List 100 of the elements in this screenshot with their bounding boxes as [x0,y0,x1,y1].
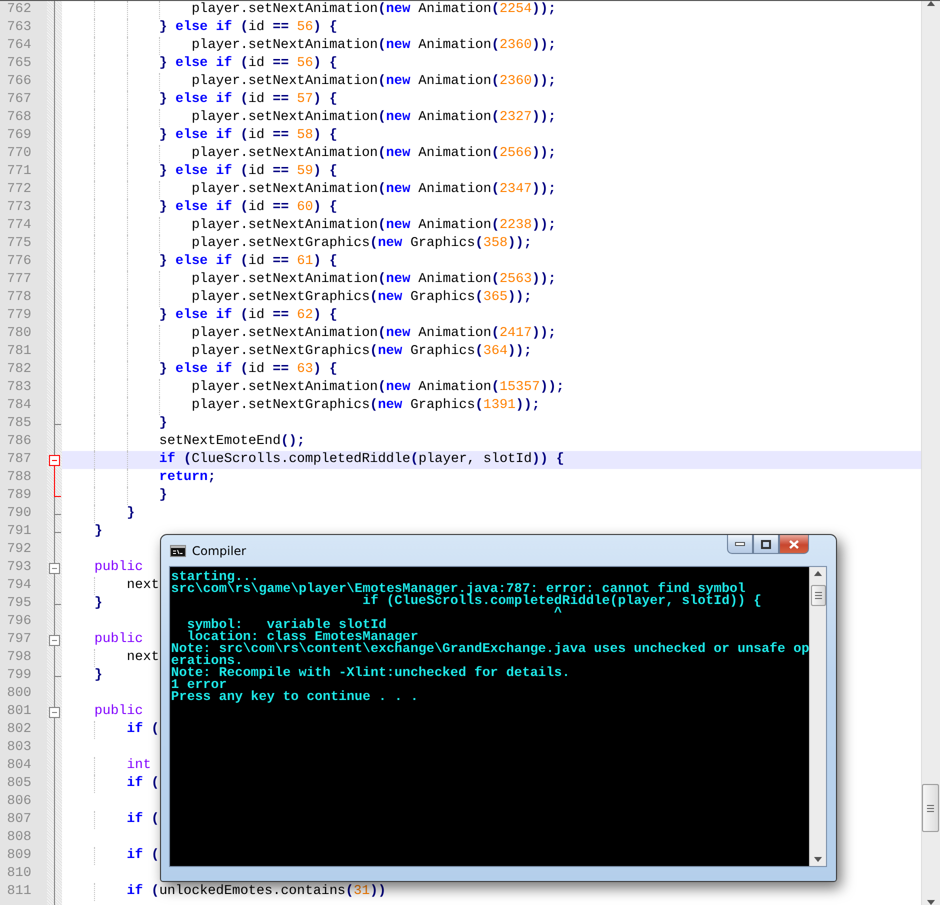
code-line: if ( [126,847,160,865]
line-number: 773 [6,199,32,217]
line-number: 796 [6,613,32,631]
fold-minus-icon[interactable] [49,635,60,646]
scroll-down-icon[interactable] [927,900,935,905]
code-line: } else if (id == 63) { [159,361,338,379]
code-line: player.setNextAnimation(new Animation(2360)); [192,73,556,91]
scrollbar[interactable] [921,1,940,905]
code-line: } [159,415,168,433]
code-line: } else if (id == 58) { [159,127,338,145]
code-line: } else if (id == 61) { [159,253,338,271]
code-line: } else if (id == 60) { [159,199,338,217]
console-line: if (ClueScrolls.completedRiddle(player, slotId)) { [362,595,762,607]
line-number: 808 [6,829,32,847]
code-line: public [94,703,143,721]
code-line: } else if (id == 62) { [159,307,338,325]
line-number: 790 [6,505,32,523]
line-number: 810 [6,865,32,883]
code-line: player.setNextAnimation(new Animation(2563)); [192,271,556,289]
code-line: } [94,523,102,541]
console-line: ^ [554,607,562,619]
code-line: int [126,757,152,775]
grip-icon [927,804,934,812]
line-number: 803 [6,739,32,757]
line-number: 789 [6,487,32,505]
code-line: setNextEmoteEnd(); [159,433,306,451]
line-number: 785 [6,415,32,433]
scroll-up-icon[interactable] [927,1,935,6]
line-number: 767 [6,91,32,109]
line-number: 797 [6,631,32,649]
code-line: next [126,649,160,667]
line-number: 788 [6,469,32,487]
code-line: if ( [126,721,160,739]
line-number: 766 [6,73,32,91]
line-number: 764 [6,37,32,55]
fold-minus-icon[interactable] [49,455,60,469]
console-line: src\com\rs\game\player\EmotesManager.java:787: error: cannot find symbol [171,583,746,595]
code-line: } else if (id == 56) { [159,55,338,73]
minimize-icon [735,542,745,546]
console-line: starting... [171,571,259,583]
line-number: 795 [6,595,32,613]
minimize-button[interactable] [727,535,753,554]
code-line: return; [159,469,216,487]
fold-minus-icon[interactable] [49,707,60,718]
code-line: next [126,577,160,595]
line-number: 800 [6,685,32,703]
line-number: 774 [6,217,32,235]
window-title: Compiler [192,544,246,558]
line-number: 805 [6,775,32,793]
code-line: public [94,559,143,577]
line-number: 778 [6,289,32,307]
code-line: if ( [126,775,160,793]
line-number: 772 [6,181,32,199]
code-line: player.setNextAnimation(new Animation(2327)); [192,109,556,127]
fold-minus-icon[interactable] [49,563,60,574]
scrollbar-thumb[interactable] [811,585,826,606]
line-number: 784 [6,397,32,415]
console-scrollbar[interactable] [809,567,826,866]
code-line: if (unlockedEmotes.contains(31)) [126,883,386,901]
console-line: erations. [171,655,243,667]
maximize-button[interactable] [753,535,779,554]
console-line: symbol: variable slotId [186,619,386,631]
line-number: 779 [6,307,32,325]
line-number: 786 [6,433,32,451]
code-line: player.setNextGraphics(new Graphics(358)); [192,235,532,253]
line-number: 799 [6,667,32,685]
line-number: 771 [6,163,32,181]
console-line: location: class EmotesManager [186,631,418,643]
code-line: player.setNextAnimation(new Animation(2347)); [192,181,556,199]
code-line: } else if (id == 56) { [159,19,338,37]
maximize-icon [761,540,771,548]
code-line: if ( [126,811,160,829]
close-button[interactable] [779,535,809,554]
code-line: } [159,487,168,505]
scroll-up-icon[interactable] [814,571,822,576]
code-line: player.setNextGraphics(new Graphics(365)); [192,289,532,307]
line-number: 794 [6,577,32,595]
code-line: if (ClueScrolls.completedRiddle(player, slotId)) { [159,451,564,469]
console-line: Note: src\com\rs\content\exchange\GrandExchange.java uses unchecked or unsafe op [171,643,809,655]
line-number: 769 [6,127,32,145]
line-number: 806 [6,793,32,811]
line-number: 802 [6,721,32,739]
line-number: 775 [6,235,32,253]
close-icon [789,540,799,548]
line-number: 782 [6,361,32,379]
code-line: player.setNextAnimation(new Animation(15357)); [192,379,564,397]
code-line: player.setNextAnimation(new Animation(2360)); [192,37,556,55]
line-number: 776 [6,253,32,271]
code-line: player.setNextAnimation(new Animation(2417)); [192,325,556,343]
line-number: 781 [6,343,32,361]
code-line: } [94,595,102,613]
scrollbar-thumb[interactable] [922,784,939,832]
scroll-down-icon[interactable] [814,857,822,862]
line-number: 787 [6,451,32,469]
code-line: player.setNextGraphics(new Graphics(1391)); [192,397,540,415]
code-line: player.setNextAnimation(new Animation(2254)); [192,1,556,19]
line-number: 762 [6,1,32,19]
line-number: 793 [6,559,32,577]
line-number: 798 [6,649,32,667]
code-line: } else if (id == 57) { [159,91,338,109]
